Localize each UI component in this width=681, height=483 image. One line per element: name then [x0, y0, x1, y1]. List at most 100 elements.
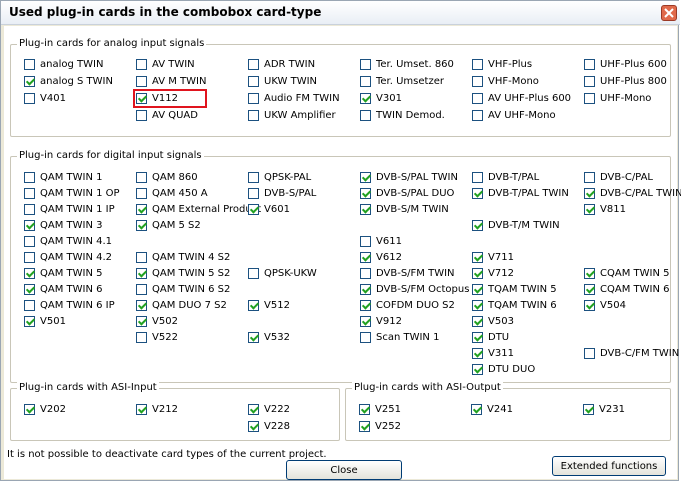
checkbox-unchecked-icon[interactable] [248, 172, 259, 183]
checkbox-v711[interactable]: V711 [472, 251, 514, 264]
checkbox-v512[interactable]: V512 [248, 299, 290, 312]
checkbox-ukw-amplifier[interactable]: UKW Amplifier [248, 109, 336, 122]
checkbox-checked-icon[interactable] [471, 404, 482, 415]
checkbox-qam-duo-7-s2[interactable]: QAM DUO 7 S2 [136, 299, 227, 312]
checkbox-dvb-t-m-twin[interactable]: DVB-T/M TWIN [472, 219, 560, 232]
checkbox-checked-icon[interactable] [584, 284, 595, 295]
checkbox-v502[interactable]: V502 [136, 315, 178, 328]
checkbox-checked-icon[interactable] [472, 220, 483, 231]
checkbox-checked-icon[interactable] [24, 404, 35, 415]
checkbox-v504[interactable]: V504 [584, 299, 626, 312]
checkbox-unchecked-icon[interactable] [360, 236, 371, 247]
checkbox-ukw-twin[interactable]: UKW TWIN [248, 75, 317, 88]
checkbox-dvb-s-m-twin[interactable]: DVB-S/M TWIN [360, 203, 449, 216]
checkbox-v212[interactable]: V212 [136, 403, 178, 416]
checkbox-ter-umsetzer[interactable]: Ter. Umsetzer [360, 75, 444, 88]
checkbox-qam-twin-4-s2[interactable]: QAM TWIN 4 S2 [136, 251, 230, 264]
checkbox-av-m-twin[interactable]: AV M TWIN [136, 75, 206, 88]
checkbox-checked-icon[interactable] [584, 300, 595, 311]
checkbox-unchecked-icon[interactable] [472, 93, 483, 104]
checkbox-unchecked-icon[interactable] [584, 59, 595, 70]
checkbox-checked-icon[interactable] [24, 268, 35, 279]
checkbox-checked-icon[interactable] [472, 316, 483, 327]
checkbox-checked-icon[interactable] [136, 316, 147, 327]
checkbox-unchecked-icon[interactable] [584, 93, 595, 104]
checkbox-unchecked-icon[interactable] [584, 76, 595, 87]
checkbox-qam-external-product[interactable]: QAM External Product [136, 203, 261, 216]
checkbox-v202[interactable]: V202 [24, 403, 66, 416]
checkbox-checked-icon[interactable] [360, 204, 371, 215]
checkbox-qam-860[interactable]: QAM 860 [136, 171, 198, 184]
checkbox-checked-icon[interactable] [248, 421, 259, 432]
checkbox-unchecked-icon[interactable] [24, 188, 35, 199]
checkbox-vhf-plus[interactable]: VHF-Plus [472, 58, 532, 71]
checkbox-v612[interactable]: V612 [360, 251, 402, 264]
checkbox-checked-icon[interactable] [360, 300, 371, 311]
checkbox-unchecked-icon[interactable] [248, 188, 259, 199]
checkbox-checked-icon[interactable] [136, 204, 147, 215]
checkbox-unchecked-icon[interactable] [248, 110, 259, 121]
checkbox-checked-icon[interactable] [584, 268, 595, 279]
checkbox-qpsk-ukw[interactable]: QPSK-UKW [248, 267, 317, 280]
checkbox-unchecked-icon[interactable] [472, 59, 483, 70]
checkbox-dvb-s-pal[interactable]: DVB-S/PAL [248, 187, 316, 200]
checkbox-qam-twin-1-ip[interactable]: QAM TWIN 1 IP [24, 203, 115, 216]
checkbox-unchecked-icon[interactable] [24, 252, 35, 263]
checkbox-v522[interactable]: V522 [136, 331, 178, 344]
checkbox-adr-twin[interactable]: ADR TWIN [248, 58, 315, 71]
checkbox-v301[interactable]: V301 [360, 92, 402, 105]
checkbox-dvb-c-pal-twin[interactable]: DVB-C/PAL TWIN [584, 187, 681, 200]
checkbox-unchecked-icon[interactable] [248, 93, 259, 104]
checkbox-dvb-c-pal[interactable]: DVB-C/PAL [584, 171, 653, 184]
checkbox-dvb-t-pal[interactable]: DVB-T/PAL [472, 171, 539, 184]
checkbox-unchecked-icon[interactable] [136, 252, 147, 263]
checkbox-v241[interactable]: V241 [471, 403, 513, 416]
checkbox-uhf-plus-600[interactable]: UHF-Plus 600 [584, 58, 667, 71]
checkbox-checked-icon[interactable] [248, 332, 259, 343]
checkbox-dtu-duo[interactable]: DTU DUO [472, 363, 535, 376]
checkbox-checked-icon[interactable] [24, 284, 35, 295]
checkbox-checked-icon[interactable] [472, 268, 483, 279]
checkbox-unchecked-icon[interactable] [472, 110, 483, 121]
checkbox-checked-icon[interactable] [583, 404, 594, 415]
checkbox-checked-icon[interactable] [136, 300, 147, 311]
window-close-button[interactable] [661, 5, 677, 21]
checkbox-checked-icon[interactable] [472, 364, 483, 375]
checkbox-qam-twin-4-1[interactable]: QAM TWIN 4.1 [24, 235, 112, 248]
checkbox-dvb-s-pal-twin[interactable]: DVB-S/PAL TWIN [360, 171, 458, 184]
checkbox-unchecked-icon[interactable] [360, 110, 371, 121]
checkbox-v601[interactable]: V601 [248, 203, 290, 216]
checkbox-av-uhf-mono[interactable]: AV UHF-Mono [472, 109, 556, 122]
checkbox-dvb-s-fm-twin[interactable]: DVB-S/FM TWIN [360, 267, 455, 280]
checkbox-qpsk-pal[interactable]: QPSK-PAL [248, 171, 311, 184]
checkbox-v251[interactable]: V251 [359, 403, 401, 416]
checkbox-scan-twin-1[interactable]: Scan TWIN 1 [360, 331, 439, 344]
checkbox-unchecked-icon[interactable] [136, 172, 147, 183]
checkbox-checked-icon[interactable] [359, 421, 370, 432]
checkbox-unchecked-icon[interactable] [472, 172, 483, 183]
checkbox-checked-icon[interactable] [360, 316, 371, 327]
checkbox-qam-450-a[interactable]: QAM 450 A [136, 187, 208, 200]
checkbox-v401[interactable]: V401 [24, 92, 66, 105]
checkbox-v222[interactable]: V222 [248, 403, 290, 416]
checkbox-unchecked-icon[interactable] [136, 59, 147, 70]
checkbox-analog-twin[interactable]: analog TWIN [24, 58, 103, 71]
checkbox-dtu[interactable]: DTU [472, 331, 509, 344]
checkbox-checked-icon[interactable] [472, 252, 483, 263]
checkbox-tqam-twin-5[interactable]: TQAM TWIN 5 [472, 283, 557, 296]
checkbox-tqam-twin-6[interactable]: TQAM TWIN 6 [472, 299, 557, 312]
checkbox-checked-icon[interactable] [584, 188, 595, 199]
checkbox-unchecked-icon[interactable] [472, 76, 483, 87]
checkbox-checked-icon[interactable] [472, 300, 483, 311]
checkbox-checked-icon[interactable] [360, 93, 371, 104]
checkbox-checked-icon[interactable] [472, 332, 483, 343]
checkbox-analog-s-twin[interactable]: analog S TWIN [24, 75, 113, 88]
checkbox-qam-twin-5[interactable]: QAM TWIN 5 [24, 267, 103, 280]
checkbox-ter-umset-860[interactable]: Ter. Umset. 860 [360, 58, 454, 71]
checkbox-uhf-plus-800[interactable]: UHF-Plus 800 [584, 75, 667, 88]
checkbox-v503[interactable]: V503 [472, 315, 514, 328]
checkbox-dvb-c-fm-twin[interactable]: DVB-C/FM TWIN [584, 347, 679, 360]
checkbox-cofdm-duo-s2[interactable]: COFDM DUO S2 [360, 299, 455, 312]
checkbox-unchecked-icon[interactable] [24, 300, 35, 311]
checkbox-v611[interactable]: V611 [360, 235, 402, 248]
